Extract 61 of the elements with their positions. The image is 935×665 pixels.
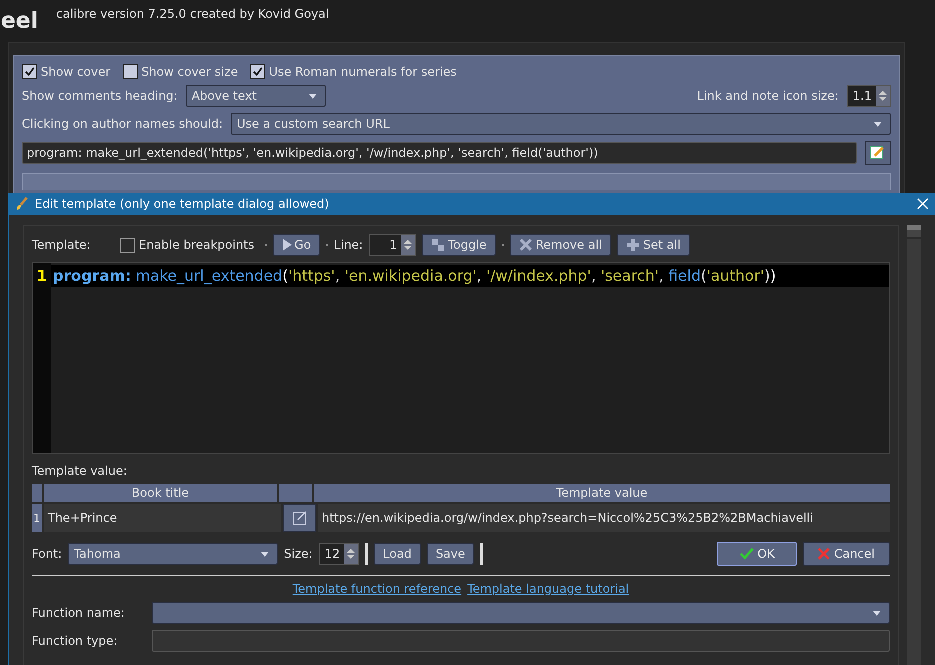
play-icon (282, 239, 292, 251)
checkbox[interactable] (250, 64, 266, 79)
checkbox-label: Enable breakpoints (139, 238, 255, 252)
ok-button[interactable]: OK (717, 542, 798, 566)
field-label: Size: (284, 547, 313, 561)
template-field[interactable]: program: make_url_extended('https', 'en.wikipedia.org', '/w/index.php', 'search', field('author')) (22, 142, 857, 164)
field-label: Function type: (32, 634, 119, 648)
table-cell: The+Prince (44, 504, 281, 532)
set-all-button[interactable]: Set all (617, 234, 690, 256)
save-button[interactable]: Save (426, 543, 474, 565)
table-cell: https://en.wikipedia.org/w/index.php?search=Niccol%25C3%25B2%2BMachiavelli (318, 504, 890, 532)
dialog-title: Edit template (only one template dialog allowed) (35, 197, 330, 211)
version-text: calibre version 7.25.0 created by Kovid Goyal (56, 7, 330, 21)
edit-icon (870, 145, 886, 161)
checkbox-label: Show cover size (142, 64, 238, 78)
toggle-button[interactable]: Toggle (422, 234, 496, 256)
plus-icon (626, 238, 640, 252)
line-number: 1 (36, 267, 48, 285)
column-header (279, 484, 312, 502)
size-spinbox[interactable]: 1.1 (846, 85, 891, 107)
field-label: Function name: (32, 606, 126, 620)
checkbox-label: Show cover (41, 64, 111, 78)
checkbox[interactable] (22, 64, 37, 79)
cross-icon (818, 548, 830, 560)
line-spinbox[interactable]: 1 (369, 234, 416, 256)
cancel-button[interactable]: Cancel (803, 542, 890, 566)
row-number: 1 (32, 504, 42, 532)
close-icon[interactable] (917, 198, 929, 210)
help-link[interactable]: Template language tutorial (468, 582, 630, 596)
checkmark-icon (740, 548, 754, 560)
checkbox[interactable] (122, 64, 138, 79)
font-dropdown[interactable]: Tahoma (68, 543, 278, 565)
go-button[interactable]: Go (272, 234, 320, 256)
checkbox-label: Use Roman numerals for series (269, 64, 457, 78)
column-header (32, 484, 42, 502)
scrollbar[interactable] (907, 225, 921, 665)
section-label: Template value: (32, 464, 128, 478)
window-title: eel (1, 8, 38, 34)
code-editor[interactable]: 1 program: make_url_extended('https', 'en.wikipedia.org', '/w/index.php', 'search', field('author')) (32, 262, 890, 454)
checkbox[interactable] (120, 238, 135, 252)
edit-button[interactable] (865, 141, 891, 165)
help-link[interactable]: Template function reference (292, 582, 462, 596)
author-action-dropdown[interactable]: Use a custom search URL (230, 113, 891, 135)
field-label: Line: (334, 238, 364, 252)
load-button[interactable]: Load (374, 543, 421, 565)
field-label: Template: (32, 238, 92, 252)
toggle-icon (431, 238, 446, 252)
cross-icon (518, 238, 533, 252)
field-label: Font: (32, 547, 62, 561)
edit-button[interactable] (283, 504, 316, 532)
function-type-field[interactable] (152, 630, 890, 652)
size-spinbox[interactable]: 12 (318, 543, 360, 565)
field-label: Show comments heading: (22, 89, 178, 103)
field-label: Link and note icon size: (697, 89, 839, 103)
brush-icon (15, 197, 29, 211)
heading-dropdown[interactable]: Above text (186, 85, 326, 107)
edit-icon (292, 510, 308, 526)
field-label: Clicking on author names should: (22, 117, 223, 131)
column-header[interactable]: Template value (314, 484, 890, 502)
column-header[interactable]: Book title (44, 484, 277, 502)
remove-all-button[interactable]: Remove all (510, 234, 612, 256)
